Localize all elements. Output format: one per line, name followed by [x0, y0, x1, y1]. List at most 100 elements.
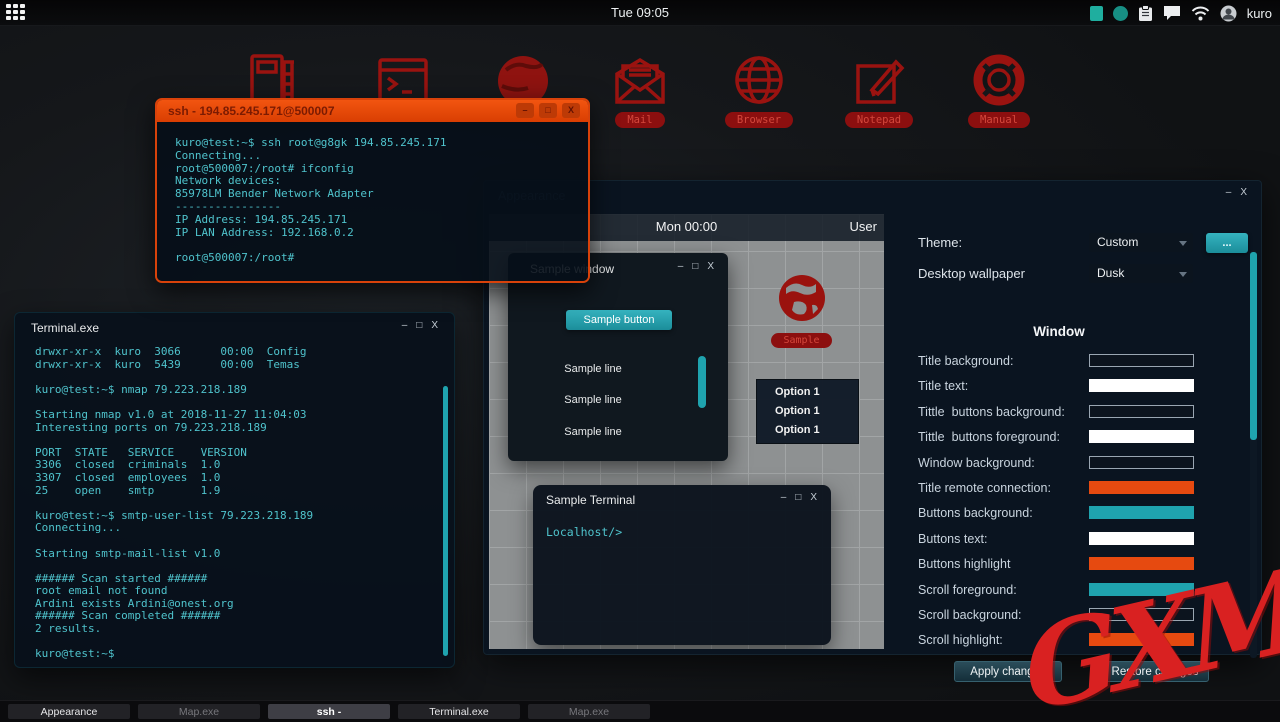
terminal-line: Connecting... [175, 150, 447, 163]
close-button[interactable]: X [431, 321, 438, 331]
terminal-line: Starting smtp-mail-list v1.0 [35, 548, 436, 561]
ssh-window[interactable]: ssh - 194.85.245.171@500007 – □ X kuro@t… [155, 98, 590, 283]
setting-label: Buttons text: [918, 532, 987, 546]
restore-changes-button[interactable]: Restore changes [1101, 661, 1209, 682]
theme-value: Custom [1097, 235, 1138, 249]
topbar-clock: Tue 09:05 [0, 5, 1280, 20]
ssh-title: ssh - 194.85.245.171@500007 [168, 104, 335, 118]
settings-scrollbar-thumb[interactable] [1250, 252, 1257, 440]
setting-row: Buttons highlight [884, 552, 1262, 577]
close-button[interactable]: X [562, 103, 580, 118]
taskbar-item[interactable]: Map.exe [528, 704, 650, 719]
setting-label: Tittle buttons foreground: [918, 430, 1060, 444]
ssh-terminal-output[interactable]: kuro@test:~$ ssh root@g8gk 194.85.245.17… [157, 122, 588, 281]
tray-square-icon[interactable] [1090, 6, 1103, 21]
theme-label: Theme: [918, 235, 962, 250]
chevron-down-icon [1179, 272, 1187, 277]
terminal-scrollbar[interactable] [443, 386, 448, 656]
close-button: X [810, 493, 817, 503]
terminal-window[interactable]: Terminal.exe – □ X drwxr-xr-x kuro 3066 … [14, 312, 455, 668]
terminal-output[interactable]: drwxr-xr-x kuro 3066 00:00 Configdrwxr-x… [35, 346, 436, 659]
setting-label: Title remote connection: [918, 481, 1051, 495]
terminal-line [35, 497, 436, 510]
appearance-window: Appearance – X Mon 00:00 User Sample Opt… [483, 180, 1262, 655]
sample-line: Sample line [508, 426, 678, 438]
theme-more-button[interactable]: ... [1206, 233, 1248, 253]
chat-icon[interactable] [1163, 5, 1181, 21]
desktop-icon-manual[interactable]: Manual [964, 52, 1034, 128]
sample-desktop-icon: Sample [759, 272, 844, 348]
color-swatch[interactable] [1089, 557, 1194, 570]
color-swatch[interactable] [1089, 532, 1194, 545]
minimize-button[interactable]: – [1226, 188, 1232, 198]
section-title: Window [884, 324, 1234, 339]
maximize-button[interactable]: □ [416, 321, 422, 331]
color-swatch[interactable] [1089, 481, 1194, 494]
color-swatch[interactable] [1089, 430, 1194, 443]
maximize-button: □ [795, 493, 801, 503]
taskbar-item[interactable]: Map.exe [138, 704, 260, 719]
color-swatch[interactable] [1089, 608, 1194, 621]
setting-row: Window background: [884, 451, 1262, 476]
terminal-line: 25 open smtp 1.9 [35, 485, 436, 498]
sample-option-list: Option 1Option 1Option 1 [756, 379, 859, 444]
setting-row: Tittle buttons foreground: [884, 425, 1262, 450]
wallpaper-value: Dusk [1097, 266, 1124, 280]
setting-label: Tittle buttons background: [918, 405, 1065, 419]
setting-row: Title text: [884, 374, 1262, 399]
taskbar-item[interactable]: Terminal.exe [398, 704, 520, 719]
terminal-line: Interesting ports on 79.223.218.189 [35, 422, 436, 435]
setting-row: Title remote connection: [884, 476, 1262, 501]
apply-changes-button[interactable]: Apply changes [954, 661, 1062, 682]
taskbar-item[interactable]: ssh - [268, 704, 390, 719]
terminal-line: IP Address: 194.85.245.171 [175, 214, 447, 227]
terminal-line: 3307 closed employees 1.0 [35, 472, 436, 485]
color-swatch[interactable] [1089, 633, 1194, 646]
setting-label: Buttons highlight [918, 557, 1010, 571]
tray-circle-icon[interactable] [1113, 6, 1128, 21]
ssh-titlebar[interactable]: ssh - 194.85.245.171@500007 – □ X [157, 100, 588, 122]
theme-settings: Theme: Custom ... Desktop wallpaper Dusk… [884, 214, 1262, 654]
maximize-button[interactable]: □ [539, 103, 557, 118]
desktop-icon-browser[interactable]: Browser [724, 52, 794, 128]
terminal-line: kuro@test:~$ [35, 648, 436, 659]
terminal-line: IP LAN Address: 192.168.0.2 [175, 227, 447, 240]
color-swatch[interactable] [1089, 379, 1194, 392]
setting-row: Buttons text: [884, 527, 1262, 552]
sample-window: Sample window – □ X Sample button Sample… [508, 253, 728, 461]
icon-label: Notepad [845, 112, 913, 128]
username[interactable]: kuro [1247, 6, 1272, 21]
desktop-icon-notepad[interactable]: Notepad [844, 52, 914, 128]
minimize-button[interactable]: – [402, 321, 408, 331]
color-swatch[interactable] [1089, 456, 1194, 469]
taskbar-item[interactable]: Appearance [8, 704, 130, 719]
terminal-line: drwxr-xr-x kuro 5439 00:00 Temas [35, 359, 436, 372]
sample-icon-label: Sample [771, 333, 831, 348]
minimize-button: – [781, 493, 787, 503]
sample-line: Sample line [508, 394, 678, 406]
close-button[interactable]: X [1240, 188, 1247, 198]
terminal-line [35, 371, 436, 384]
setting-label: Scroll foreground: [918, 583, 1017, 597]
avatar-icon[interactable] [1220, 5, 1237, 22]
setting-label: Title text: [918, 379, 968, 393]
close-button: X [707, 262, 714, 272]
color-swatch[interactable] [1089, 506, 1194, 519]
clipboard-icon[interactable] [1138, 5, 1153, 22]
color-swatch[interactable] [1089, 405, 1194, 418]
terminal-line: root email not found [35, 585, 436, 598]
wifi-icon[interactable] [1191, 6, 1210, 21]
sample-terminal-prompt: Localhost/> [546, 525, 622, 539]
sample-terminal-title: Sample Terminal [546, 493, 635, 507]
setting-row: Tittle buttons background: [884, 400, 1262, 425]
setting-row: Scroll background: [884, 603, 1262, 628]
setting-row: Buttons background: [884, 501, 1262, 526]
minimize-button[interactable]: – [516, 103, 534, 118]
color-swatch[interactable] [1089, 354, 1194, 367]
terminal-line: ---------------- [175, 201, 447, 214]
theme-dropdown[interactable]: Custom [1089, 233, 1193, 252]
desktop-icon-mail[interactable]: Mail [605, 52, 675, 128]
icon-label: Browser [725, 112, 793, 128]
color-swatch[interactable] [1089, 583, 1194, 596]
wallpaper-dropdown[interactable]: Dusk [1089, 264, 1193, 283]
